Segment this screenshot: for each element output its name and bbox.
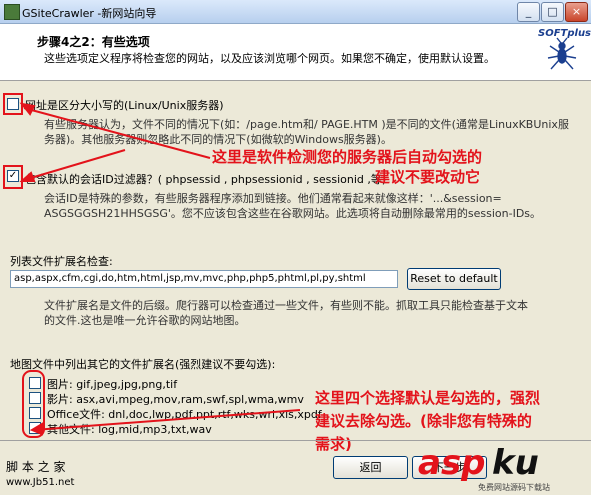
logo-text: SOFTplus: [538, 28, 591, 39]
extensions-desc-1: 文件扩展名是文件的后缀。爬行器可以检查通过一些文件，有些则不能。抓取工具只能检查…: [44, 299, 528, 312]
footer-divider: [0, 440, 591, 441]
extensions-desc-2: 的文件.这也是唯一允许谷歌的网站地图。: [44, 314, 246, 327]
step-title: 步骤4之2：有些选项: [37, 35, 150, 49]
annotation-four-options-1: 这里四个选择默认是勾选的，强烈: [315, 389, 541, 407]
extensions-input[interactable]: asp,aspx,cfm,cgi,do,htm,html,jsp,mv,mvc,…: [10, 270, 398, 288]
annotation-four-options-2: 建议去除勾选。(除非您有特殊的: [315, 412, 532, 430]
case-sensitive-desc-2: 务器)。其他服务器则忽略此不同的情况下(如微软的Windows服务器)。: [44, 133, 392, 146]
site-url: www.Jb51.net: [6, 477, 75, 488]
app-icon: [4, 4, 20, 20]
back-button[interactable]: 返回: [333, 456, 408, 479]
reset-to-default-button[interactable]: Reset to default: [407, 268, 501, 290]
watermark-asp: asp: [418, 443, 486, 483]
window-title: GSiteCrawler -新网站向导: [22, 7, 157, 20]
session-filter-desc-1: 会话ID是特殊的参数，有些服务器程序添加到链接。他们通常看起来就像这样：'...…: [44, 192, 502, 205]
annotation-dont-change: 建议不要改动它: [375, 168, 481, 186]
annotation-auto-check: 这里是软件检测您的服务器后自动勾选的: [212, 148, 483, 166]
office-ext-checkbox[interactable]: [29, 407, 41, 419]
case-sensitive-desc-1: 有些服务器认为，文件不同的情况下(如：/page.htm和/ PAGE.HTM …: [44, 118, 569, 131]
annotation-four-options-3: 需求): [315, 435, 352, 453]
video-ext-checkbox[interactable]: [29, 392, 41, 404]
extensions-label: 列表文件扩展名检查:: [10, 255, 113, 268]
office-ext-label: Office文件: dnl,doc,lwp,pdf,ppt,rtf,wks,wr…: [47, 408, 322, 421]
site-name: 脚 本 之 家: [6, 460, 66, 474]
images-ext-checkbox[interactable]: [29, 377, 41, 389]
session-filter-label: 包含默认的会话ID过滤器？( phpsessid , phpsessionid …: [25, 173, 387, 186]
step-description: 这些选项定义程序将检查您的网站，以及应该浏览哪个网页。如果您不确定，使用默认设置…: [44, 52, 495, 65]
images-ext-label: 图片: gif,jpeg,jpg,png,tif: [47, 378, 178, 391]
session-filter-checkbox[interactable]: ✓: [7, 170, 19, 182]
maximize-button[interactable]: □: [541, 2, 564, 22]
watermark-ku: ku: [492, 443, 539, 483]
case-sensitive-label: 网址是区分大小写的(Linux/Unix服务器): [25, 99, 224, 112]
watermark-subtitle: 免费网站源码下载站: [478, 483, 550, 492]
minimize-button[interactable]: _: [517, 2, 540, 22]
other-files-ext-label: 其他文件: log,mid,mp3,txt,wav: [47, 423, 212, 436]
close-button[interactable]: ×: [565, 2, 588, 22]
other-ext-label: 地图文件中列出其它的文件扩展名(强烈建议不要勾选):: [10, 358, 276, 371]
other-files-ext-checkbox[interactable]: [29, 422, 41, 434]
session-filter-desc-2: ASGSGGSH21HHSGSG'。您不应该包含这些在谷歌网站。此选项将自动删除…: [44, 207, 542, 220]
video-ext-label: 影片: asx,avi,mpeg,mov,ram,swf,spl,wma,wmv: [47, 393, 304, 406]
case-sensitive-checkbox[interactable]: [7, 98, 19, 110]
